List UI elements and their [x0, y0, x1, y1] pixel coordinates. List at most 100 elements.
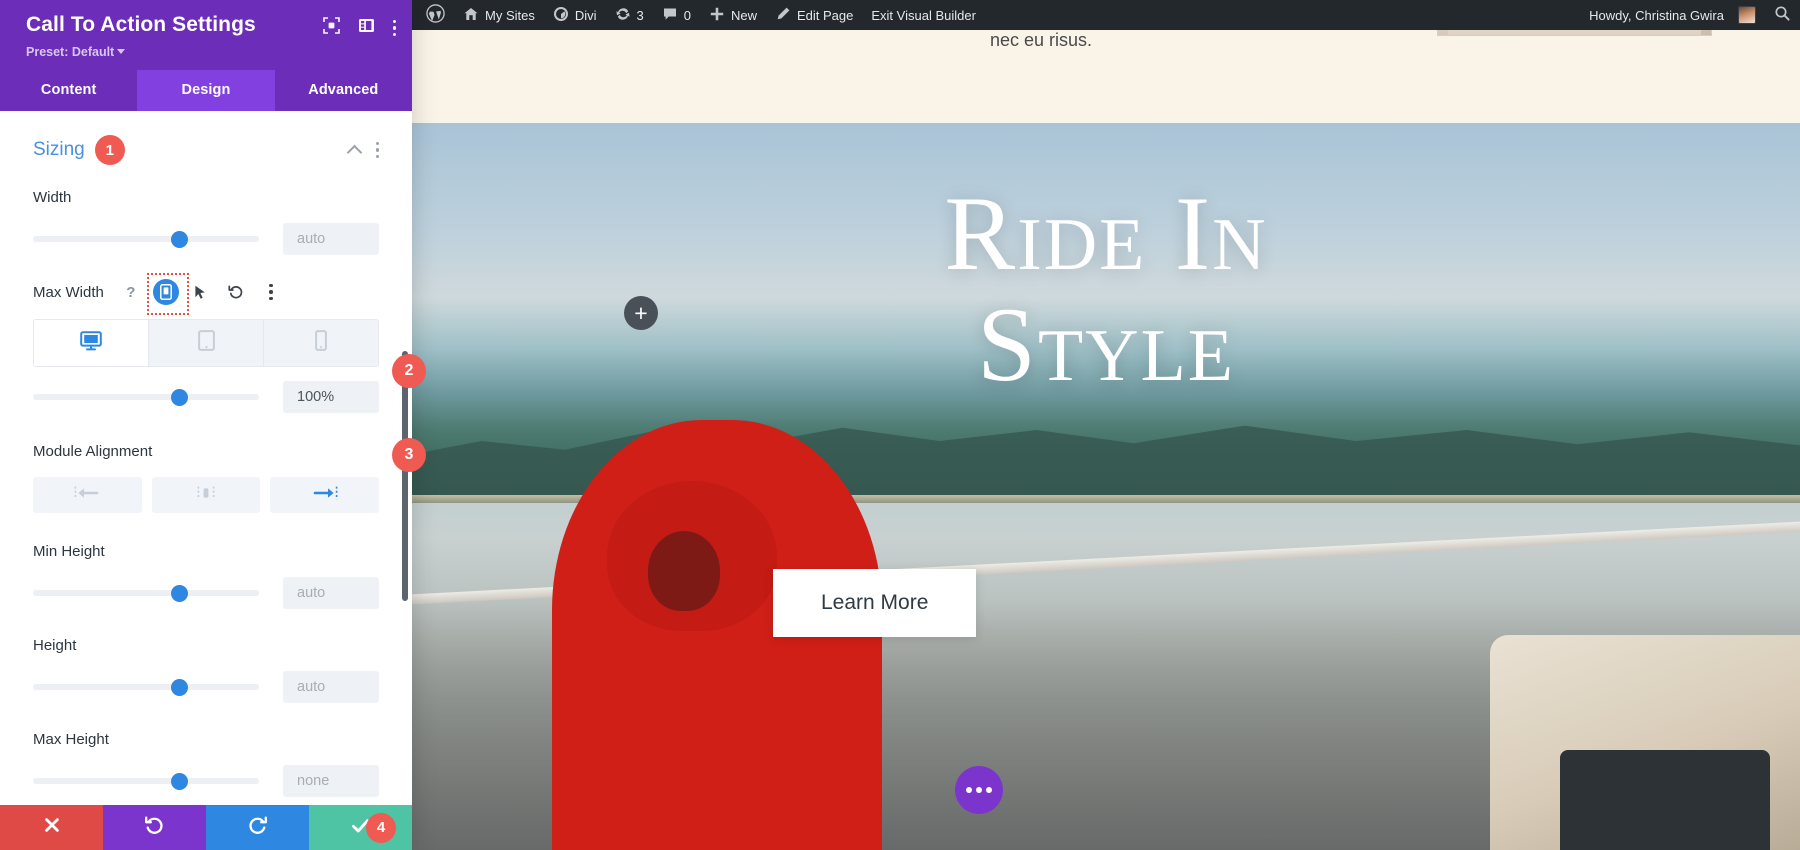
- more-vertical-dots: [269, 284, 273, 301]
- undo-button[interactable]: [103, 805, 206, 850]
- max-height-slider[interactable]: [33, 771, 259, 791]
- panel-scrollbar[interactable]: [402, 351, 408, 601]
- device-tab-tablet[interactable]: [149, 320, 264, 366]
- tab-design[interactable]: Design: [137, 70, 274, 111]
- max-width-slider[interactable]: [33, 387, 259, 407]
- admin-bar-comments[interactable]: 0: [653, 0, 700, 30]
- field-module-alignment-label-row: Module Alignment: [33, 439, 379, 463]
- screenshot-root: My Sites Divi 3 0 New: [0, 0, 1800, 850]
- focus-target-icon[interactable]: [323, 17, 340, 39]
- field-min-height: Min Height auto: [33, 513, 379, 609]
- slider-track: [33, 684, 259, 690]
- width-input[interactable]: auto: [283, 223, 379, 255]
- more-vertical-icon[interactable]: [376, 142, 380, 159]
- field-width-control: auto: [33, 209, 379, 255]
- field-min-height-label: Min Height: [33, 543, 105, 560]
- admin-bar-edit-page-label: Edit Page: [797, 8, 853, 23]
- panel-body: Sizing 1 Width auto: [0, 111, 412, 805]
- height-input[interactable]: auto: [283, 671, 379, 703]
- panel-header-row: Call To Action Settings: [26, 13, 396, 39]
- field-height-label: Height: [33, 637, 76, 654]
- max-height-input[interactable]: none: [283, 765, 379, 797]
- help-question-icon[interactable]: ?: [118, 279, 144, 305]
- field-max-width-control: 100%: [33, 367, 379, 413]
- updates-refresh-icon: [615, 6, 631, 25]
- align-left-icon: [74, 485, 100, 506]
- admin-bar-right-group: Howdy, Christina Gwira: [1575, 0, 1800, 30]
- cursor-arrow-icon[interactable]: [188, 279, 214, 305]
- panel-footer: 4: [0, 805, 412, 850]
- page-settings-button[interactable]: [955, 766, 1003, 814]
- slider-track: [33, 394, 259, 400]
- cta-learn-more-button[interactable]: Learn More: [773, 569, 976, 637]
- tab-content[interactable]: Content: [0, 70, 137, 111]
- field-max-height: Max Height none: [33, 703, 379, 797]
- min-height-input[interactable]: auto: [283, 577, 379, 609]
- tab-advanced[interactable]: Advanced: [275, 70, 412, 111]
- slider-track: [33, 778, 259, 784]
- device-tab-phone[interactable]: [264, 320, 378, 366]
- redo-icon: [247, 815, 268, 841]
- field-max-height-control: none: [33, 751, 379, 797]
- slider-knob[interactable]: [171, 389, 188, 406]
- admin-bar-wordpress-logo[interactable]: [412, 0, 454, 30]
- page-title: Call To Action Settings: [26, 13, 323, 37]
- redo-button[interactable]: [206, 805, 309, 850]
- field-module-alignment: Module Alignment: [33, 413, 379, 513]
- field-min-height-control: auto: [33, 563, 379, 609]
- slider-knob[interactable]: [171, 679, 188, 696]
- admin-bar-divi-label: Divi: [575, 8, 597, 23]
- admin-bar-edit-page[interactable]: Edit Page: [766, 0, 862, 30]
- admin-bar-my-sites-label: My Sites: [485, 8, 535, 23]
- align-center-option[interactable]: [152, 477, 261, 513]
- field-width-label: Width: [33, 189, 71, 206]
- width-slider[interactable]: [33, 229, 259, 249]
- admin-bar-new[interactable]: New: [700, 0, 766, 30]
- admin-bar-account[interactable]: Howdy, Christina Gwira: [1575, 0, 1765, 30]
- max-width-input[interactable]: 100%: [283, 381, 379, 413]
- admin-bar-exit-label: Exit Visual Builder: [871, 8, 976, 23]
- sizing-section-title[interactable]: Sizing: [33, 139, 85, 161]
- ellipsis-icon: [966, 787, 992, 793]
- admin-bar-search[interactable]: [1765, 0, 1800, 30]
- admin-bar-new-label: New: [731, 8, 757, 23]
- panel-header-actions: [323, 13, 397, 39]
- more-vertical-icon[interactable]: [393, 20, 397, 37]
- sizing-section-header: Sizing 1: [33, 111, 379, 169]
- more-vertical-icon[interactable]: [258, 279, 284, 305]
- slider-knob[interactable]: [171, 773, 188, 790]
- slider-knob[interactable]: [171, 231, 188, 248]
- admin-bar-updates[interactable]: 3: [606, 0, 653, 30]
- slider-knob[interactable]: [171, 585, 188, 602]
- intro-image: [1437, 30, 1712, 36]
- save-button[interactable]: 4: [309, 805, 412, 850]
- height-slider[interactable]: [33, 677, 259, 697]
- responsive-device-icon[interactable]: [153, 279, 179, 305]
- slider-track: [33, 590, 259, 596]
- align-center-icon: [193, 485, 219, 506]
- reset-undo-icon[interactable]: [223, 279, 249, 305]
- layout-columns-icon[interactable]: [358, 17, 375, 39]
- align-right-option[interactable]: [270, 477, 379, 513]
- sizing-section-actions: [349, 142, 380, 159]
- cancel-button[interactable]: [0, 805, 103, 850]
- align-right-icon: [312, 485, 338, 506]
- console-screen: [1560, 750, 1770, 850]
- field-width: Width auto: [33, 169, 379, 255]
- preset-label: Preset: Default: [26, 45, 114, 59]
- admin-bar-my-sites[interactable]: My Sites: [454, 0, 544, 30]
- phone-icon: [315, 330, 327, 356]
- align-left-option[interactable]: [33, 477, 142, 513]
- admin-bar-divi[interactable]: Divi: [544, 0, 606, 30]
- admin-bar-exit-visual-builder[interactable]: Exit Visual Builder: [862, 0, 985, 30]
- add-module-button[interactable]: +: [624, 296, 658, 330]
- field-max-width-icons: ?: [118, 279, 284, 305]
- preset-selector[interactable]: Preset: Default: [26, 45, 396, 59]
- step-badge-1: 1: [95, 135, 125, 165]
- min-height-slider[interactable]: [33, 583, 259, 603]
- device-tab-desktop[interactable]: [34, 320, 149, 366]
- search-icon: [1774, 5, 1791, 25]
- intro-section: nec eu risus.: [412, 30, 1800, 123]
- plus-icon: +: [634, 302, 647, 325]
- chevron-up-icon[interactable]: [346, 144, 362, 160]
